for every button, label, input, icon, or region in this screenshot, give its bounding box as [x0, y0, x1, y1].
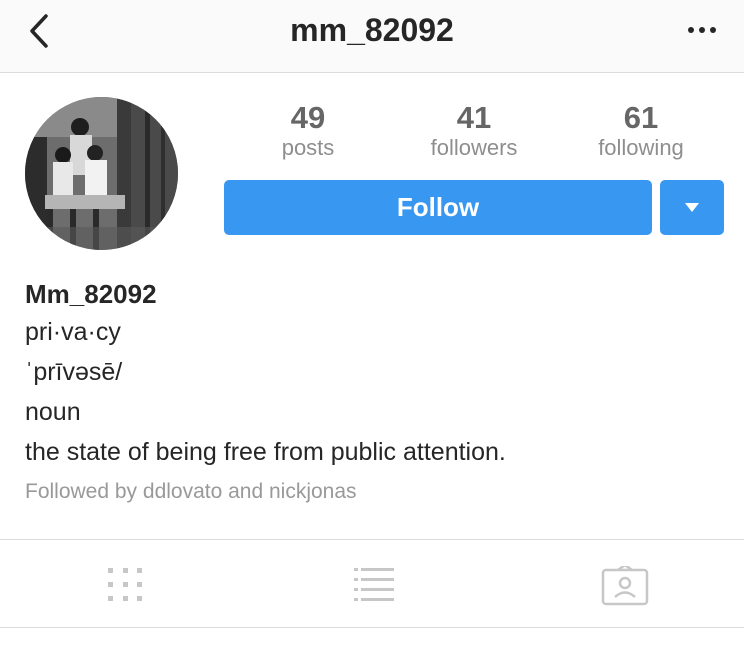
stat-value: 61	[623, 100, 659, 135]
profile-photo	[25, 97, 178, 250]
top-bar: mm_82092	[0, 0, 744, 73]
posts-count: 49 posts	[238, 101, 378, 161]
caret-down-icon	[685, 203, 699, 212]
tagged-icon	[601, 563, 649, 606]
page-title: mm_82092	[290, 12, 454, 48]
list-icon	[354, 568, 394, 601]
grid-icon	[108, 568, 142, 601]
followed-by-text[interactable]: Followed by ddlovato and nickjonas	[25, 472, 725, 512]
stat-label: followers	[430, 135, 518, 160]
tab-list[interactable]	[349, 566, 399, 606]
profile-name: Mm_82092	[25, 279, 157, 309]
bio-line: ˈprīvəsē/	[25, 358, 123, 386]
suggestions-dropdown-button[interactable]	[660, 180, 724, 235]
bio-line: the state of being free from public atte…	[25, 438, 506, 466]
bio-line: pri·va·cy	[25, 318, 121, 346]
avatar[interactable]	[25, 97, 178, 250]
more-options-button[interactable]	[686, 16, 718, 44]
profile-tab-bar	[0, 539, 744, 628]
more-horizontal-icon	[688, 27, 716, 33]
tab-grid[interactable]	[101, 566, 151, 606]
stat-value: 49	[290, 100, 326, 135]
followers-count[interactable]: 41 followers	[404, 101, 544, 161]
bio-section: Mm_82092 pri·va·cy ˈprīvəsē/ noun the st…	[25, 276, 725, 512]
bio-line: noun	[25, 398, 81, 426]
stat-label: posts	[281, 135, 335, 160]
following-count[interactable]: 61 following	[571, 101, 711, 161]
tab-tagged[interactable]	[600, 563, 650, 606]
follow-button[interactable]: Follow	[224, 180, 652, 235]
stat-value: 41	[456, 100, 492, 135]
stat-label: following	[598, 135, 684, 160]
